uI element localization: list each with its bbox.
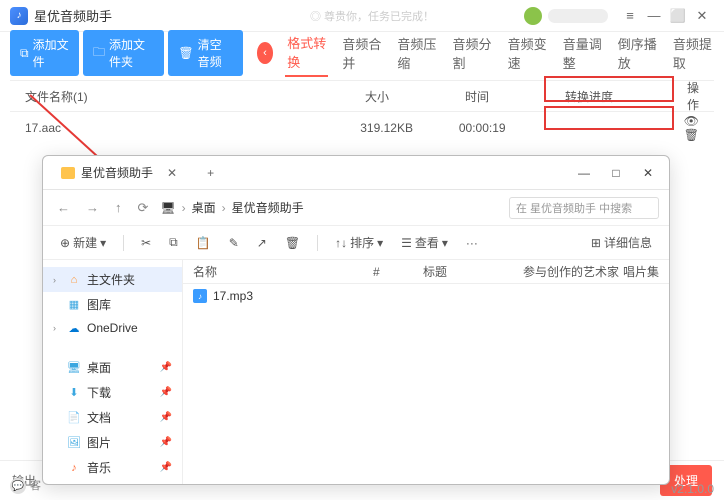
status-hint: ◎ 尊贵你，任务已完成！ [310, 8, 434, 24]
breadcrumb[interactable]: 🖥 › 桌面 › 星优音频助手 [160, 199, 501, 216]
tab-audio-compress[interactable]: 音频压缩 [395, 30, 438, 76]
sidebar-item-music[interactable]: ♪音乐📌 [43, 455, 182, 480]
monitor-icon: 🖥 [160, 201, 175, 215]
sidebar-item-pictures[interactable]: 🖼图片📌 [43, 430, 182, 455]
preview-icon[interactable]: 👁 [684, 114, 699, 128]
nav-back-icon[interactable]: ← [53, 198, 74, 217]
version-bar: v2.1.0.0 [661, 478, 724, 500]
nav-back-button[interactable]: ‹ [257, 42, 274, 64]
file-item[interactable]: ♪ 17.mp3 [183, 284, 669, 308]
tab-audio-speed[interactable]: 音频变速 [506, 30, 549, 76]
sort-button[interactable]: ↑↓ 排序 ▾ [330, 231, 388, 254]
col-progress: 转换进度 [565, 88, 685, 105]
col-num[interactable]: # [373, 265, 423, 279]
file-explorer-window: 星优音频助手 ✕ + — □ ✕ ← → ↑ ⟳ 🖥 › 桌面 › 星优音频助手… [42, 155, 670, 485]
new-button[interactable]: ⊕ 新建 ▾ [55, 231, 111, 254]
col-name[interactable]: 名称 [193, 263, 373, 280]
maximize-button[interactable]: ⬜ [666, 8, 690, 24]
explorer-close-button[interactable]: ✕ [635, 166, 661, 180]
tab-reverse-play[interactable]: 倒序播放 [616, 30, 659, 76]
col-time: 时间 [465, 88, 565, 105]
add-file-button[interactable]: ⧉ 添加文件 [10, 30, 79, 76]
sidebar-item-documents[interactable]: 📄文档📌 [43, 405, 182, 430]
delete-icon[interactable]: 🗑 [280, 233, 305, 253]
tab-audio-extract[interactable]: 音频提取 [671, 30, 714, 76]
explorer-tab-title: 星优音频助手 [81, 164, 153, 181]
file-name: 17.mp3 [213, 289, 253, 303]
tab-volume-adjust[interactable]: 音量调整 [561, 30, 604, 76]
file-size: 319.12KB [360, 121, 459, 135]
explorer-main: 名称 # 标题 参与创作的艺术家 唱片集 ♪ 17.mp3 [183, 260, 669, 484]
table-header: 文件名称(1) 大小 时间 转换进度 操作 [10, 80, 714, 112]
close-button[interactable]: ✕ [690, 8, 714, 24]
clear-audio-button[interactable]: 🗑 清空音频 [168, 30, 242, 76]
col-ops: 操作 [685, 79, 699, 113]
share-icon[interactable]: ↗ [252, 233, 272, 253]
app-titlebar: ♪ 星优音频助手 ◎ 尊贵你，任务已完成！ ≡ — ⬜ ✕ [0, 0, 724, 32]
nav-up-icon[interactable]: ↑ [111, 198, 126, 217]
col-size: 大小 [365, 88, 465, 105]
copy-icon[interactable]: ⧉ [164, 232, 183, 253]
sidebar-item-videos[interactable]: ▶视频📌 [43, 480, 182, 484]
explorer-sidebar: ›⌂主文件夹 ▦图库 ›☁OneDrive 🖥桌面📌 ⬇下载📌 📄文档📌 🖼图片… [43, 260, 183, 484]
tab-close-icon[interactable]: ✕ [167, 166, 177, 180]
menu-icon[interactable]: ≡ [618, 8, 642, 23]
sidebar-item-home[interactable]: ›⌂主文件夹 [43, 267, 182, 292]
explorer-columns: 名称 # 标题 参与创作的艺术家 唱片集 [183, 260, 669, 284]
explorer-tab[interactable]: 星优音频助手 ✕ [49, 158, 189, 187]
explorer-minimize-button[interactable]: — [571, 166, 597, 180]
crumb-folder[interactable]: 星优音频助手 [232, 199, 304, 216]
new-tab-button[interactable]: + [199, 162, 222, 184]
app-title: 星优音频助手 [34, 6, 112, 25]
explorer-search-input[interactable]: 在 星优音频助手 中搜索 [509, 197, 659, 219]
table-row[interactable]: 17.aac 319.12KB 00:00:19 100% 👁🗑 [10, 112, 714, 144]
rename-icon[interactable]: ✎ [224, 233, 244, 253]
file-name: 17.aac [25, 121, 360, 135]
nav-refresh-icon[interactable]: ⟳ [134, 198, 153, 218]
sidebar-item-onedrive[interactable]: ›☁OneDrive [43, 317, 182, 339]
explorer-toolbar: ⊕ 新建 ▾ ✂ ⧉ 📋 ✎ ↗ 🗑 ↑↓ 排序 ▾ ☰ 查看 ▾ ··· ⊞ … [43, 226, 669, 260]
app-logo-icon: ♪ [10, 7, 28, 25]
col-name: 文件名称(1) [25, 88, 365, 105]
explorer-navbar: ← → ↑ ⟳ 🖥 › 桌面 › 星优音频助手 在 星优音频助手 中搜索 [43, 190, 669, 226]
user-name[interactable] [548, 9, 608, 23]
paste-icon[interactable]: 📋 [191, 233, 216, 253]
minimize-button[interactable]: — [642, 8, 666, 23]
folder-icon [61, 167, 75, 179]
nav-forward-icon[interactable]: → [82, 198, 103, 217]
user-avatar[interactable] [524, 7, 542, 25]
col-album[interactable]: 唱片集 [623, 263, 659, 280]
explorer-maximize-button[interactable]: □ [603, 166, 629, 180]
mp3-file-icon: ♪ [193, 289, 207, 303]
progress-percent: 100% [526, 127, 552, 138]
view-button[interactable]: ☰ 查看 ▾ [396, 231, 453, 254]
sidebar-item-gallery[interactable]: ▦图库 [43, 292, 182, 317]
crumb-desktop[interactable]: 桌面 [192, 199, 216, 216]
col-title[interactable]: 标题 [423, 263, 523, 280]
toolbar: ⧉ 添加文件 🗀 添加文件夹 🗑 清空音频 ‹ 格式转换 音频合并 音频压缩 音… [0, 32, 724, 74]
tab-audio-split[interactable]: 音频分割 [451, 30, 494, 76]
col-artist[interactable]: 参与创作的艺术家 [523, 263, 623, 280]
sidebar-item-desktop[interactable]: 🖥桌面📌 [43, 355, 182, 380]
tab-format-convert[interactable]: 格式转换 [285, 29, 328, 77]
add-folder-button[interactable]: 🗀 添加文件夹 [83, 30, 164, 76]
more-button[interactable]: ··· [461, 233, 483, 253]
cut-icon[interactable]: ✂ [136, 233, 156, 253]
version-text: v2.1.0.0 [671, 482, 714, 496]
chat-icon[interactable]: 💬 [10, 478, 26, 494]
explorer-tabbar: 星优音频助手 ✕ + — □ ✕ [43, 156, 669, 190]
tab-audio-merge[interactable]: 音频合并 [340, 30, 383, 76]
sidebar-item-downloads[interactable]: ⬇下载📌 [43, 380, 182, 405]
details-button[interactable]: ⊞ 详细信息 [586, 231, 657, 254]
chat-label: 客 [30, 477, 41, 493]
delete-icon[interactable]: 🗑 [684, 128, 699, 142]
